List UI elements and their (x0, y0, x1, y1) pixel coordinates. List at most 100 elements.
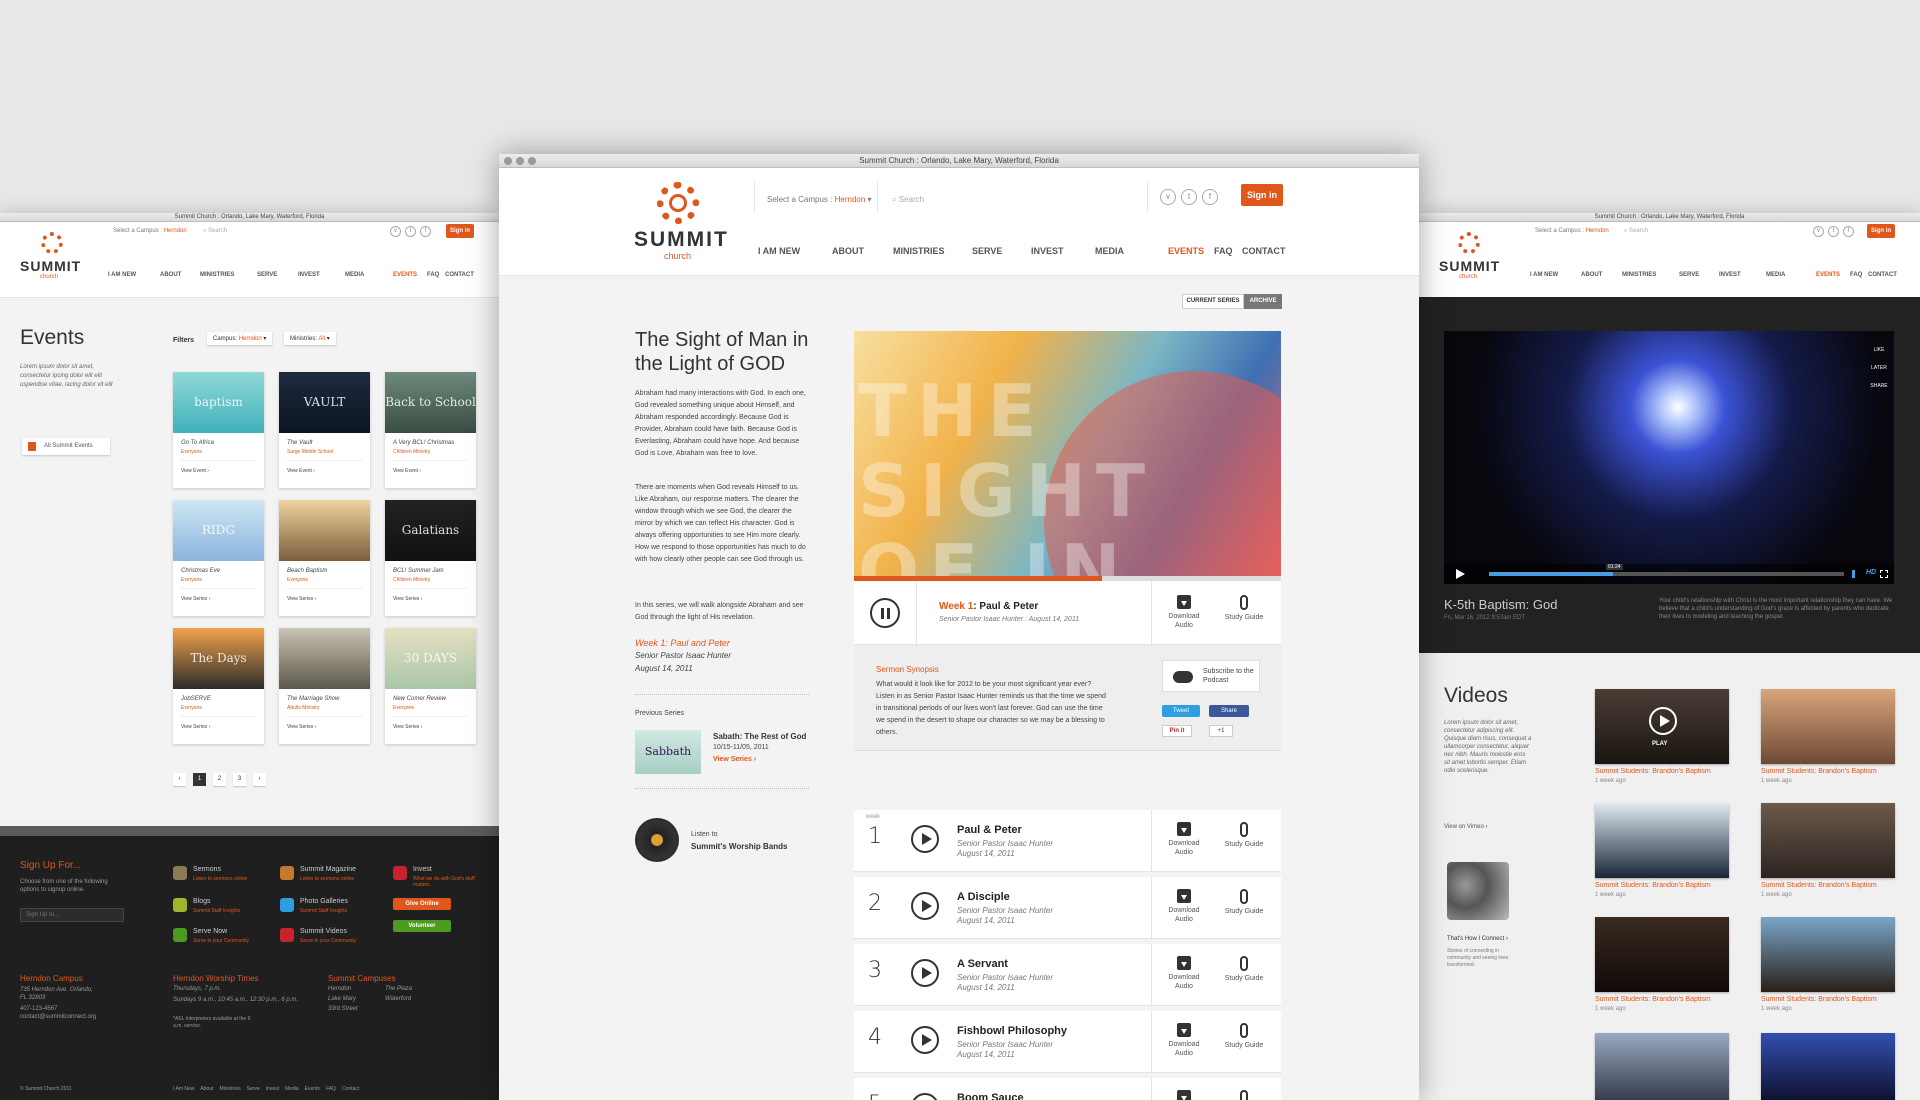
play-circle-icon[interactable] (1649, 707, 1677, 735)
tweet-button[interactable]: Tweet (1162, 705, 1200, 717)
episode-row[interactable]: 2 A Disciple Senior Pastor Isaac Hunter A… (854, 877, 1281, 939)
footer-link-item[interactable]: Photo Galleries Summit Staff Insights (280, 898, 385, 922)
logo-icon[interactable] (41, 232, 63, 254)
week-link[interactable]: Week 1: Paul and Peter (635, 638, 730, 648)
video-player[interactable]: LIKE LATER SHARE 01:24 HD (1444, 331, 1894, 584)
event-card[interactable]: baptism Go To Africa Everyone View Event… (173, 372, 264, 488)
video-thumbnail[interactable] (1761, 1033, 1895, 1100)
google-plus-button[interactable]: +1 (1209, 725, 1233, 737)
event-link[interactable]: View Series › (287, 596, 316, 602)
previous-series-thumb[interactable]: Sabbath (635, 730, 701, 774)
view-series-link[interactable]: View Series › (713, 756, 756, 763)
video-thumb-title[interactable]: Summit Students: Brandon's Baptism (1761, 882, 1877, 889)
study-guide-button[interactable]: Study Guide (1219, 1090, 1269, 1100)
fullscreen-icon[interactable] (1880, 570, 1888, 578)
volume-icon[interactable] (1852, 570, 1862, 578)
event-link[interactable]: View Series › (393, 596, 422, 602)
vinyl-icon[interactable] (635, 818, 679, 862)
connect-link[interactable]: That's How I Connect › (1447, 936, 1508, 942)
video-thumb-title[interactable]: Summit Students: Brandon's Baptism (1761, 768, 1877, 775)
give-online-button[interactable]: Give Online (393, 898, 451, 910)
footer-nav-link[interactable]: Invest (266, 1086, 279, 1092)
nav-about[interactable]: ABOUT (1581, 272, 1602, 278)
campus-herndon[interactable]: Herndon (328, 986, 351, 992)
event-card[interactable]: VAULT The Vault Surge Middle School View… (279, 372, 370, 488)
pause-icon[interactable] (870, 598, 900, 628)
nav-events[interactable]: EVENTS (393, 272, 417, 278)
like-icon[interactable]: LIKE (1870, 337, 1888, 355)
campus-select[interactable]: Select a Campus : Herndon (113, 228, 187, 234)
pager-next[interactable]: › (253, 773, 266, 786)
play-icon[interactable] (911, 1026, 939, 1054)
pager-1[interactable]: 1 (193, 773, 206, 786)
nav-invest[interactable]: INVEST (298, 272, 320, 278)
download-audio-button[interactable]: Download Audio (1159, 1023, 1209, 1058)
nav-i-am-new[interactable]: I AM NEW (1530, 272, 1558, 278)
vimeo-icon[interactable]: v (1160, 189, 1176, 205)
footer-link-item[interactable]: Invest What we do with God's stuff matte… (393, 866, 498, 890)
footer-nav-link[interactable]: About (200, 1086, 213, 1092)
video-thumb-title[interactable]: Summit Students: Brandon's Baptism (1595, 768, 1711, 775)
nav-ministries[interactable]: MINISTRIES (200, 272, 234, 278)
twitter-icon[interactable]: t (1181, 189, 1197, 205)
event-link[interactable]: View Series › (181, 596, 210, 602)
nav-serve[interactable]: SERVE (972, 246, 1002, 256)
video-thumbnail[interactable] (1595, 917, 1729, 992)
signin-button[interactable]: Sign in (1241, 184, 1283, 206)
subscribe-podcast-button[interactable]: Subscribe to the Podcast (1162, 660, 1260, 692)
maximize-dot-icon[interactable] (528, 157, 536, 165)
search-input[interactable]: ⌕ Search (892, 195, 924, 205)
facebook-share-button[interactable]: Share (1209, 705, 1249, 717)
campus-filter[interactable]: Campus: Herndon ▾ (207, 332, 273, 345)
campus-email[interactable]: contact@summitconnect.org (20, 1014, 96, 1020)
event-card[interactable]: RIDG Christmas Eve Everyone View Series … (173, 500, 264, 616)
footer-link-item[interactable]: Sermons Listen to sermons online (173, 866, 278, 890)
play-icon[interactable] (911, 892, 939, 920)
connect-image[interactable] (1447, 862, 1509, 920)
pinterest-button[interactable]: Pin it (1162, 725, 1192, 737)
facebook-icon[interactable]: f (1843, 226, 1854, 237)
footer-link-item[interactable]: Summit Magazine Listen to sermons online (280, 866, 385, 890)
download-audio-button[interactable]: Download Audio (1159, 595, 1209, 630)
volunteer-button[interactable]: Volunteer (393, 920, 451, 932)
signin-button[interactable]: Sign in (446, 224, 474, 238)
listen-title[interactable]: Summit's Worship Bands (691, 842, 787, 851)
event-link[interactable]: View Series › (393, 724, 422, 730)
study-guide-button[interactable]: Study Guide (1219, 889, 1269, 916)
play-icon[interactable] (1456, 569, 1465, 579)
nav-invest[interactable]: INVEST (1031, 246, 1064, 256)
nav-contact[interactable]: CONTACT (1868, 272, 1897, 278)
video-thumbnail[interactable] (1595, 1033, 1729, 1100)
facebook-icon[interactable]: f (1202, 189, 1218, 205)
series-hero[interactable]: THE SIGHT OF IN THE LIGH (854, 331, 1281, 576)
vimeo-icon[interactable]: v (1813, 226, 1824, 237)
video-thumbnail[interactable] (1595, 803, 1729, 878)
nav-invest[interactable]: INVEST (1719, 272, 1741, 278)
event-link[interactable]: View Event › (287, 468, 315, 474)
footer-nav-link[interactable]: I Am New (173, 1086, 194, 1092)
nav-faq[interactable]: FAQ (1850, 272, 1862, 278)
footer-link-item[interactable]: Blogs Summit Staff Insights (173, 898, 278, 922)
video-thumbnail[interactable] (1761, 803, 1895, 878)
event-link[interactable]: View Event › (393, 468, 421, 474)
nav-media[interactable]: MEDIA (1095, 246, 1124, 256)
episode-row[interactable]: 3 A Servant Senior Pastor Isaac Hunter Au… (854, 944, 1281, 1006)
play-icon[interactable] (911, 959, 939, 987)
episode-row[interactable]: 4 Fishbowl Philosophy Senior Pastor Isaa… (854, 1011, 1281, 1073)
study-guide-button[interactable]: Study Guide (1219, 595, 1269, 622)
download-audio-button[interactable]: Download Audio (1159, 956, 1209, 991)
campus-select[interactable]: Select a Campus : Herndon (1535, 228, 1609, 234)
twitter-icon[interactable]: t (1828, 226, 1839, 237)
study-guide-button[interactable]: Study Guide (1219, 822, 1269, 849)
episode-row[interactable]: 5 Boom Sauce Download Audio Study Guide (854, 1078, 1281, 1100)
video-thumbnail[interactable] (1761, 689, 1895, 764)
vimeo-link[interactable]: View on Vimeo › (1444, 824, 1487, 830)
event-card[interactable]: Beach Baptism Everyone View Series › (279, 500, 370, 616)
footer-link-item[interactable]: Serve Now Serve in your Community (173, 928, 278, 952)
all-events-button[interactable]: All Summit Events (22, 438, 110, 455)
footer-nav-link[interactable]: Ministries (219, 1086, 240, 1092)
footer-nav-link[interactable]: Media (285, 1086, 299, 1092)
nav-about[interactable]: ABOUT (832, 246, 864, 256)
episode-row[interactable]: week 1 Paul & Peter Senior Pastor Isaac … (854, 810, 1281, 872)
current-series-tab[interactable]: CURRENT SERIES (1182, 294, 1244, 309)
